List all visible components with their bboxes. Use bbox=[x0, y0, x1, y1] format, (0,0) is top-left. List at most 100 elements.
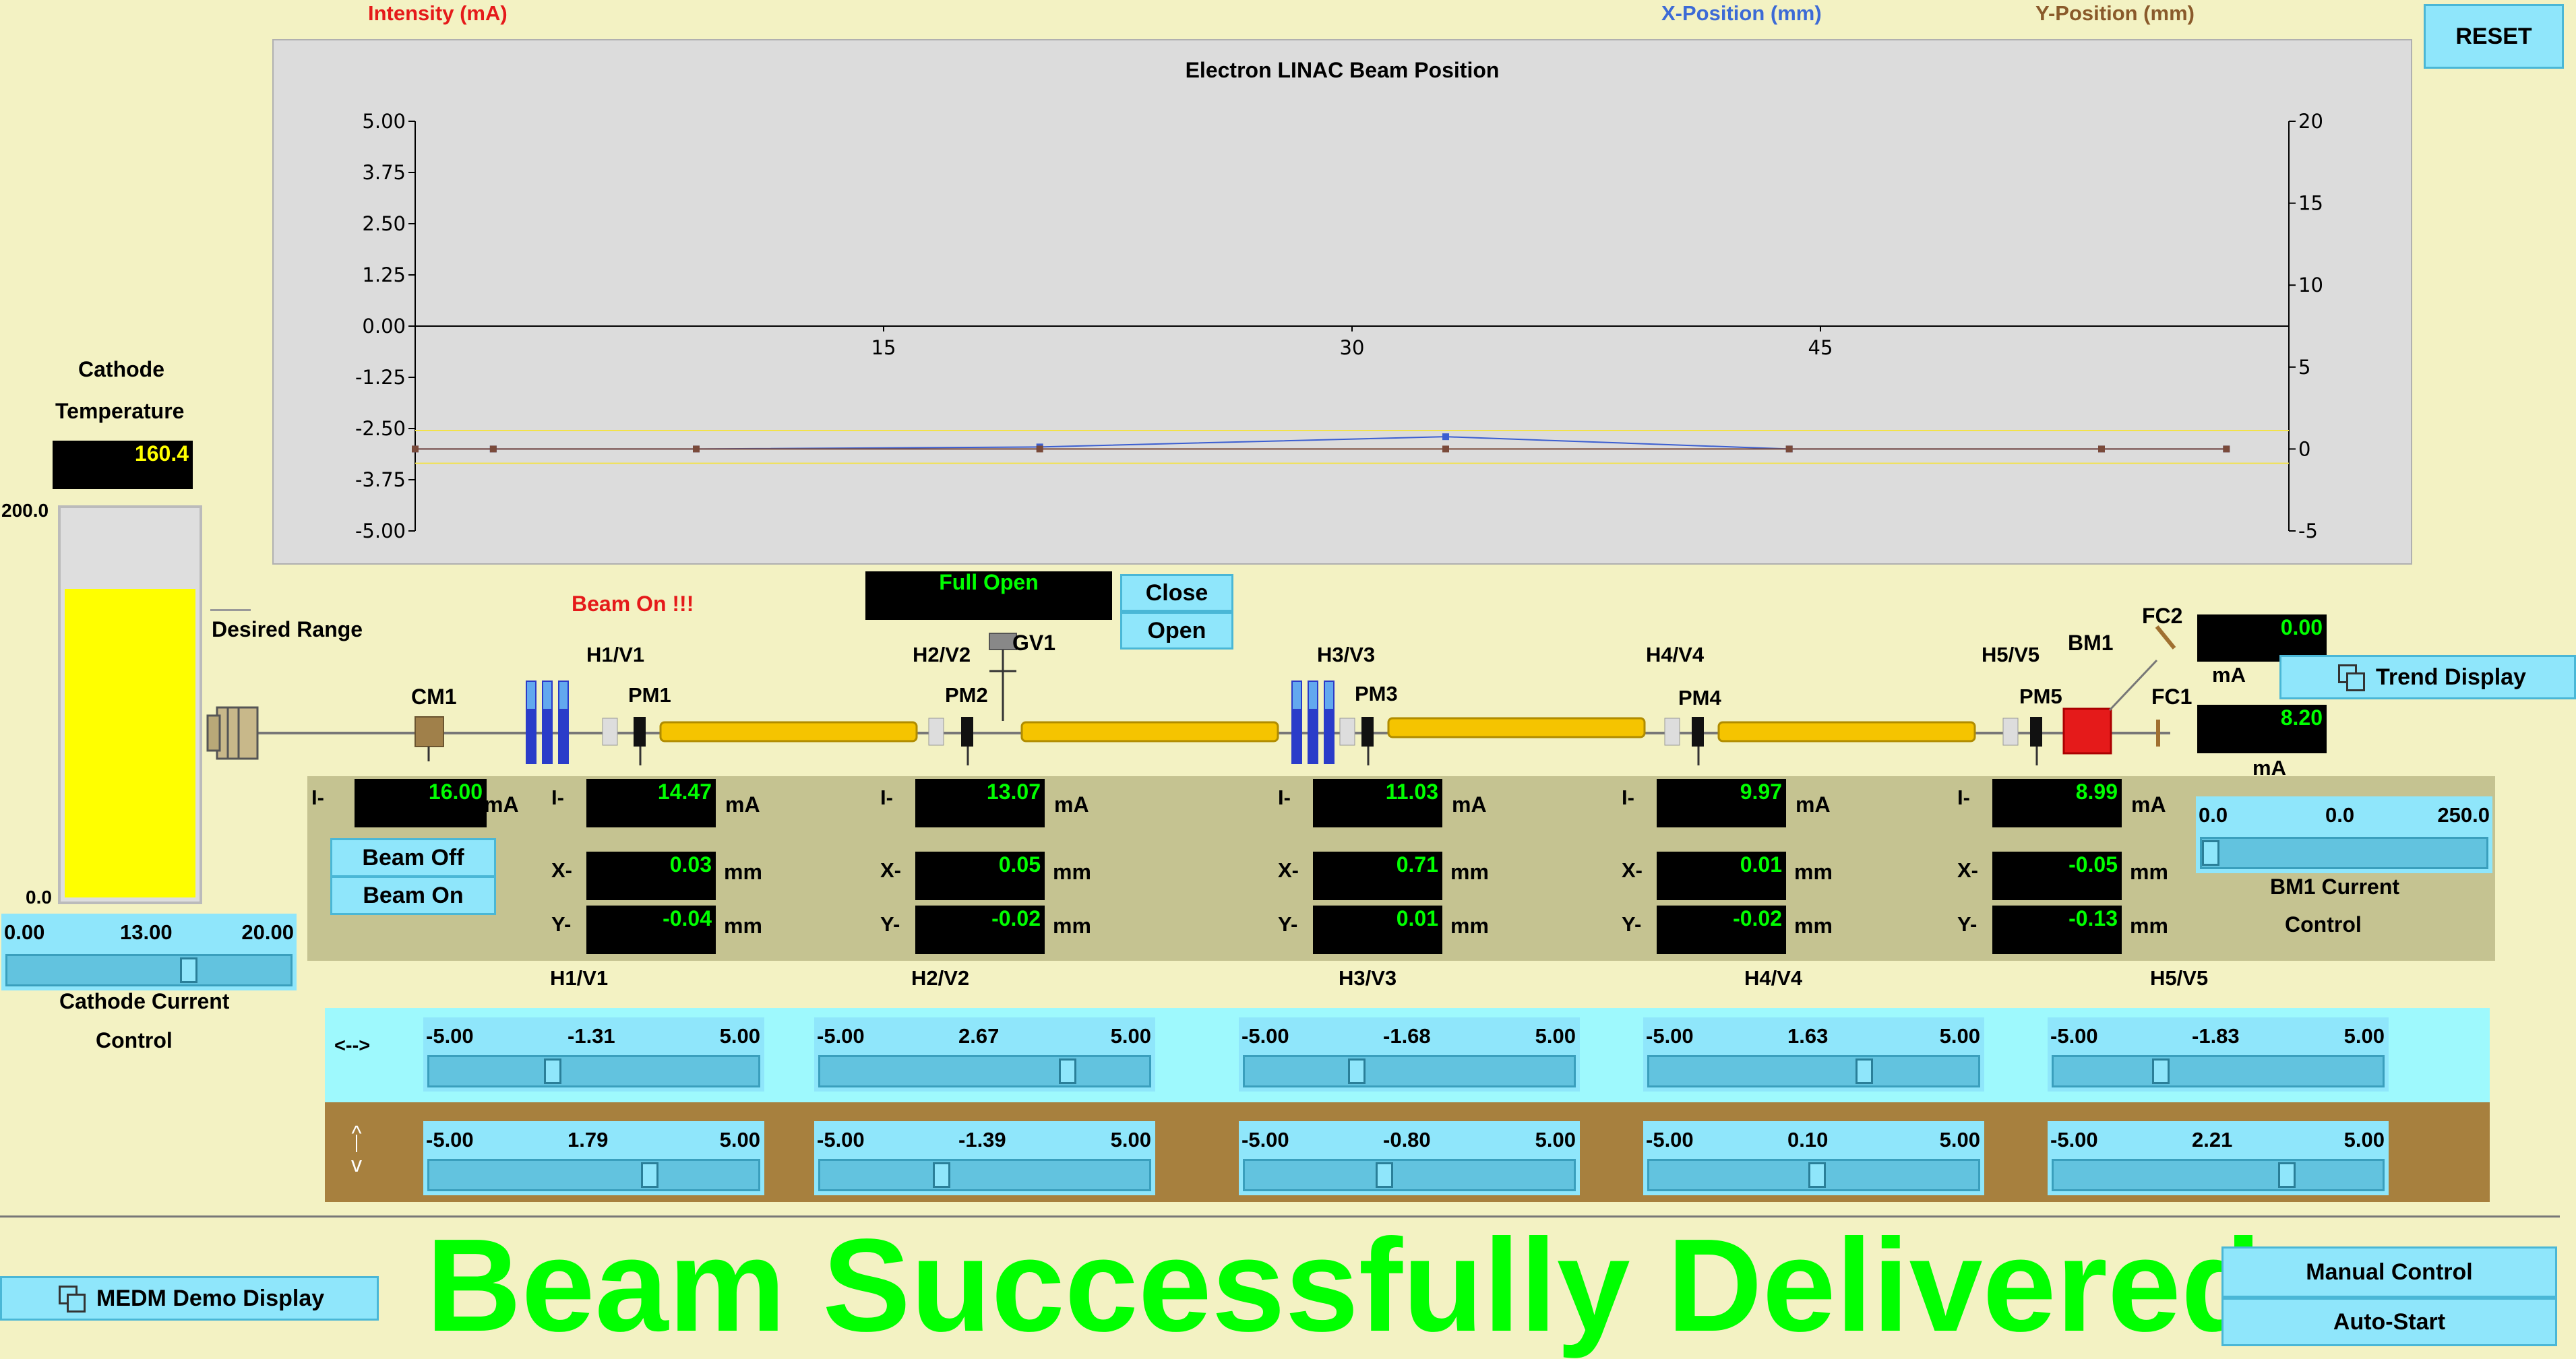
fc1-label: FC1 bbox=[2151, 685, 2192, 709]
steer-value: -0.80 bbox=[1383, 1128, 1431, 1151]
slider-thumb[interactable] bbox=[640, 1162, 658, 1188]
auto-start-button[interactable]: Auto-Start bbox=[2221, 1298, 2557, 1346]
slider-thumb[interactable] bbox=[544, 1058, 562, 1084]
related-display-icon bbox=[59, 1286, 86, 1313]
cm1-current-readout: 16.00 bbox=[355, 779, 487, 827]
station-current-readout: 13.07 bbox=[915, 779, 1045, 827]
steer-value: 2.67 bbox=[958, 1024, 1000, 1048]
horizontal-steering-slider[interactable]: -5.00 -1.83 5.00 bbox=[2048, 1017, 2389, 1092]
gate-valve-open-button[interactable]: Open bbox=[1120, 612, 1233, 650]
station-current-unit: mA bbox=[1054, 792, 1089, 817]
steerer-pm1-icon bbox=[602, 717, 646, 765]
gate-valve-close-button[interactable]: Close bbox=[1120, 574, 1233, 612]
beam-position-chart: Electron LINAC Beam Position 5.00 3.75 2.5… bbox=[272, 39, 2412, 565]
horizontal-steering-slider[interactable]: -5.00 2.67 5.00 bbox=[814, 1017, 1155, 1092]
data-point bbox=[1036, 445, 1043, 453]
y-right-tick-label: 0 bbox=[2298, 437, 2310, 460]
steer-max: 5.00 bbox=[1110, 1024, 1151, 1048]
station-y-unit: mm bbox=[1450, 914, 1489, 938]
cm1-label: CM1 bbox=[411, 685, 457, 709]
station-y-label: Y- bbox=[1957, 912, 1977, 936]
vertical-steering-arrows-icon: ^ v bbox=[346, 1121, 367, 1176]
desired-range-marker bbox=[210, 609, 251, 611]
solenoid-bank-2-icon bbox=[1291, 681, 1335, 764]
beam-off-button[interactable]: Beam Off bbox=[330, 838, 496, 877]
trend-display-label: Trend Display bbox=[2376, 664, 2526, 690]
data-point bbox=[693, 445, 700, 453]
slider-thumb[interactable] bbox=[1348, 1058, 1366, 1084]
station-current-unit: mA bbox=[1452, 792, 1487, 817]
station-x-label: X- bbox=[1622, 858, 1643, 882]
hv4-label: H4/V4 bbox=[1646, 643, 1705, 666]
accelerator-section-1 bbox=[659, 721, 918, 742]
bending-magnet-icon bbox=[2062, 707, 2112, 755]
horizontal-steering-label: <--> bbox=[334, 1035, 371, 1056]
y-right-tick-label: 5 bbox=[2298, 356, 2310, 379]
y-left-tick-label: -1.25 bbox=[355, 366, 406, 389]
manual-control-button[interactable]: Manual Control bbox=[2221, 1246, 2557, 1298]
horizontal-steering-slider[interactable]: -5.00 -1.68 5.00 bbox=[1239, 1017, 1580, 1092]
pm5-label: PM5 bbox=[2019, 685, 2062, 708]
gate-valve-status: Full Open bbox=[865, 571, 1112, 620]
cathode-temperature-readout: 160.4 bbox=[53, 441, 193, 489]
vertical-steering-slider[interactable]: -5.00 2.21 5.00 bbox=[2048, 1121, 2389, 1195]
data-point bbox=[412, 445, 419, 453]
slider-thumb[interactable] bbox=[1376, 1162, 1394, 1188]
data-point bbox=[489, 445, 497, 453]
x-tick-label: 45 bbox=[1808, 336, 1833, 359]
medm-demo-display-button[interactable]: MEDM Demo Display bbox=[0, 1276, 379, 1321]
horizontal-steering-slider[interactable]: -5.00 -1.31 5.00 bbox=[423, 1017, 764, 1092]
station-i-label: I- bbox=[880, 786, 893, 809]
station-y-readout: -0.02 bbox=[1657, 906, 1786, 954]
down-arrow-icon: v bbox=[351, 1152, 362, 1176]
steer-max: 5.00 bbox=[1939, 1128, 1980, 1151]
reset-button[interactable]: RESET bbox=[2424, 4, 2564, 69]
vertical-steering-slider[interactable]: -5.00 0.10 5.00 bbox=[1643, 1121, 1984, 1195]
slider-thumb[interactable] bbox=[932, 1162, 950, 1188]
station-y-label: Y- bbox=[551, 912, 572, 936]
beam-on-button[interactable]: Beam On bbox=[330, 876, 496, 915]
slider-thumb[interactable] bbox=[2152, 1058, 2170, 1084]
station-current-unit: mA bbox=[2131, 792, 2166, 817]
y-left-tick-label: -3.75 bbox=[355, 468, 406, 491]
cm1-unit: mA bbox=[484, 792, 519, 817]
station-x-unit: mm bbox=[724, 860, 762, 884]
temp-bar-max-label: 200.0 bbox=[1, 500, 49, 521]
station-current-unit: mA bbox=[725, 792, 760, 817]
steer-min: -5.00 bbox=[817, 1128, 865, 1151]
cathode-current-slider[interactable]: 0.00 13.00 20.00 bbox=[1, 914, 297, 990]
bm1-current-slider[interactable]: 0.0 0.0 250.0 bbox=[2196, 796, 2492, 873]
steer-max: 5.00 bbox=[1535, 1024, 1576, 1048]
steerer-pm4-icon bbox=[1664, 717, 1704, 765]
fc1-unit: mA bbox=[2252, 756, 2286, 780]
slider-thumb[interactable] bbox=[1856, 1058, 1874, 1084]
vertical-steering-slider[interactable]: -5.00 1.79 5.00 bbox=[423, 1121, 764, 1195]
hv5-label: H5/V5 bbox=[1982, 643, 2040, 666]
slider-thumb[interactable] bbox=[180, 957, 198, 983]
station-current-unit: mA bbox=[1796, 792, 1831, 817]
horizontal-steering-slider[interactable]: -5.00 1.63 5.00 bbox=[1643, 1017, 1984, 1092]
y-left-tick-label: 5.00 bbox=[362, 110, 406, 133]
accelerator-section-3 bbox=[1387, 717, 1646, 738]
station-y-unit: mm bbox=[1053, 914, 1091, 938]
data-point bbox=[1442, 445, 1449, 453]
steer-value: 1.63 bbox=[1787, 1024, 1829, 1048]
y-left-tick-label: 3.75 bbox=[362, 161, 406, 184]
vertical-steering-slider[interactable]: -5.00 -1.39 5.00 bbox=[814, 1121, 1155, 1195]
desired-range-label: Desired Range bbox=[212, 617, 363, 641]
chart-plot: 5.00 3.75 2.50 1.25 0.00 -1.25 -2.50 -3.75 -5.00… bbox=[355, 110, 2323, 542]
steer-value: 1.79 bbox=[568, 1128, 609, 1151]
vertical-steering-slider[interactable]: -5.00 -0.80 5.00 bbox=[1239, 1121, 1580, 1195]
fc1-current-readout: 8.20 bbox=[2197, 705, 2327, 753]
fc2-unit: mA bbox=[2212, 663, 2246, 687]
slider-thumb[interactable] bbox=[2278, 1162, 2296, 1188]
slider-thumb[interactable] bbox=[1808, 1162, 1826, 1188]
series-line bbox=[415, 436, 2227, 450]
cathode-title-line1: Cathode bbox=[78, 357, 164, 381]
y-left-tick-label: 0.00 bbox=[362, 315, 406, 338]
slider-thumb[interactable] bbox=[2202, 840, 2219, 866]
trend-display-button[interactable]: Trend Display bbox=[2279, 655, 2576, 699]
y-right-tick-label: -5 bbox=[2298, 519, 2318, 542]
slider-thumb[interactable] bbox=[1059, 1058, 1077, 1084]
station-x-label: X- bbox=[1278, 858, 1299, 882]
